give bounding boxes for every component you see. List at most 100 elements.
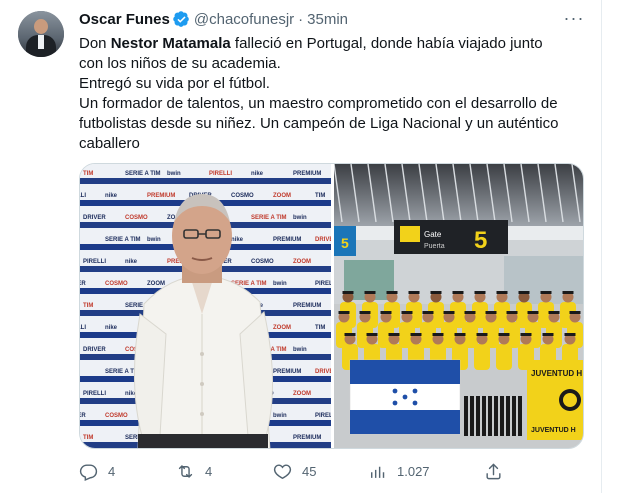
backdrop-logo-text: PREMIUM: [273, 237, 301, 243]
backdrop-logo-text: PIRELLI: [83, 391, 106, 397]
views-icon: [371, 466, 385, 478]
player-leg: [470, 396, 474, 436]
backdrop-logo-text: PIRELLI: [315, 281, 331, 287]
gate-sign-subtext: Puerta: [424, 243, 445, 250]
backdrop-logo-text: PIRELLI: [80, 325, 86, 331]
backdrop-logo-text: bwin: [293, 347, 307, 353]
player-leg: [482, 396, 486, 436]
timeline-border: [601, 0, 602, 493]
player-hair: [520, 333, 532, 336]
avatar[interactable]: [18, 11, 64, 57]
player-hair: [452, 291, 464, 294]
player-hair: [422, 311, 434, 314]
player-leg: [494, 396, 498, 436]
tweet-text-line-5: futbolistas desde su niñez. Un campeón d…: [79, 115, 559, 132]
backdrop-logo-text: SERIE A TIM: [251, 215, 287, 221]
backdrop-logo-text: TIM: [83, 435, 93, 441]
backdrop-logo-text: TIM: [315, 325, 325, 331]
player-hair: [540, 291, 552, 294]
tweet-text-line-3: Entregó su vida por el fútbol.: [79, 75, 270, 92]
backdrop-logo-text: COSMO: [105, 413, 128, 419]
player-hair: [454, 333, 466, 336]
backdrop-logo-text: ZOOM: [147, 281, 165, 287]
backdrop-logo-text: PIRELLI: [80, 193, 86, 199]
player-hair: [359, 311, 371, 314]
player-hair: [401, 311, 413, 314]
player-hair: [485, 311, 497, 314]
backdrop-logo-text: DRIVER: [315, 369, 331, 375]
player-hair: [338, 311, 350, 314]
backdrop-logo-text: nike: [251, 171, 264, 177]
retweet-icon: [178, 464, 193, 478]
tweet-header: Oscar Funes @chacofunesjr · 35min: [79, 9, 348, 29]
player-hair: [366, 333, 378, 336]
player-hair: [569, 311, 581, 314]
player-hair: [474, 291, 486, 294]
backdrop-logo-text: ZOOM: [273, 325, 291, 331]
backdrop-logo-text: bwin: [293, 215, 307, 221]
views-count: 1.027: [397, 463, 430, 479]
author-handle[interactable]: @chacofunesjr: [194, 11, 294, 28]
banner-text-top: JUVENTUD H: [531, 369, 582, 378]
timestamp[interactable]: 35min: [307, 11, 348, 28]
backdrop-logo-text: PREMIUM: [273, 369, 301, 375]
like-count: 45: [302, 463, 317, 479]
player-leg: [476, 396, 480, 436]
photo-man-backdrop[interactable]: TIM SERIE A TIM bwin PIRELLI nike PREMIUM DRIV…: [80, 164, 331, 448]
reply-button[interactable]: 4: [79, 460, 115, 482]
backdrop-logo-text: PREMIUM: [293, 171, 321, 177]
like-button[interactable]: 45: [273, 460, 316, 482]
player-hair: [496, 291, 508, 294]
player-hair: [432, 333, 444, 336]
player-hair: [518, 291, 530, 294]
backdrop-logo-text: PIRELLI: [315, 413, 331, 419]
player-leg: [512, 396, 516, 436]
player-jersey: [496, 344, 512, 370]
tweet-text-line-6: caballero: [79, 135, 140, 152]
backdrop-logo-text: nike: [105, 193, 118, 199]
backdrop-logo-text: nike: [125, 259, 138, 265]
backdrop-logo-text: bwin: [273, 281, 287, 287]
share-button[interactable]: [484, 460, 503, 482]
gate-number: 5: [474, 227, 487, 254]
gate-sign-text: Gate: [424, 230, 442, 239]
banner-text-bottom: JUVENTUD H: [531, 427, 576, 434]
backdrop-logo-text: COSMO: [231, 193, 254, 199]
player-hair: [443, 311, 455, 314]
player-hair: [342, 291, 354, 294]
bold-name: Nestor Matamala: [110, 35, 231, 52]
views-button[interactable]: 1.027: [368, 460, 430, 482]
player-hair: [364, 291, 376, 294]
player-hair: [464, 311, 476, 314]
player-hair: [430, 291, 442, 294]
more-icon[interactable]: ···: [562, 8, 586, 28]
tweet[interactable]: Oscar Funes @chacofunesjr · 35min ··· Do…: [0, 0, 620, 493]
backdrop-logo-text: nike: [105, 325, 118, 331]
backdrop-logo-text: DRIVER: [315, 237, 331, 243]
backdrop-logo-text: PIRELLI: [83, 259, 106, 265]
tweet-text: Don Nestor Matamala falleció en Portugal…: [79, 34, 591, 154]
backdrop-logo-text: bwin: [147, 237, 161, 243]
airport-illustration: Gate Puerta 5 5 JUVENTUD H JUVENTUD H: [334, 164, 583, 448]
player-leg: [500, 396, 504, 436]
player-leg: [488, 396, 492, 436]
backdrop-logo-text: DRIVER: [80, 413, 86, 419]
backdrop-logo-text: TIM: [315, 193, 325, 199]
author-name[interactable]: Oscar Funes: [79, 11, 170, 28]
player-leg: [506, 396, 510, 436]
backdrop-logo-text: nike: [231, 237, 244, 243]
player-hair: [380, 311, 392, 314]
backdrop-logo-text: DRIVER: [83, 215, 106, 221]
action-bar: 4 4 45 1.027: [79, 460, 591, 482]
backdrop-logo-text: TIM: [83, 303, 93, 309]
photo-team-airport[interactable]: Gate Puerta 5 5 JUVENTUD H JUVENTUD H: [334, 164, 583, 448]
reply-icon: [79, 463, 98, 481]
player-hair: [527, 311, 539, 314]
retweet-button[interactable]: 4: [176, 460, 212, 482]
backdrop-logo-text: COSMO: [105, 281, 128, 287]
player-hair: [506, 311, 518, 314]
player-leg: [464, 396, 468, 436]
player-hair: [410, 333, 422, 336]
backdrop-logo-text: ZOOM: [293, 391, 311, 397]
backdrop-logo-text: PREMIUM: [147, 193, 175, 199]
